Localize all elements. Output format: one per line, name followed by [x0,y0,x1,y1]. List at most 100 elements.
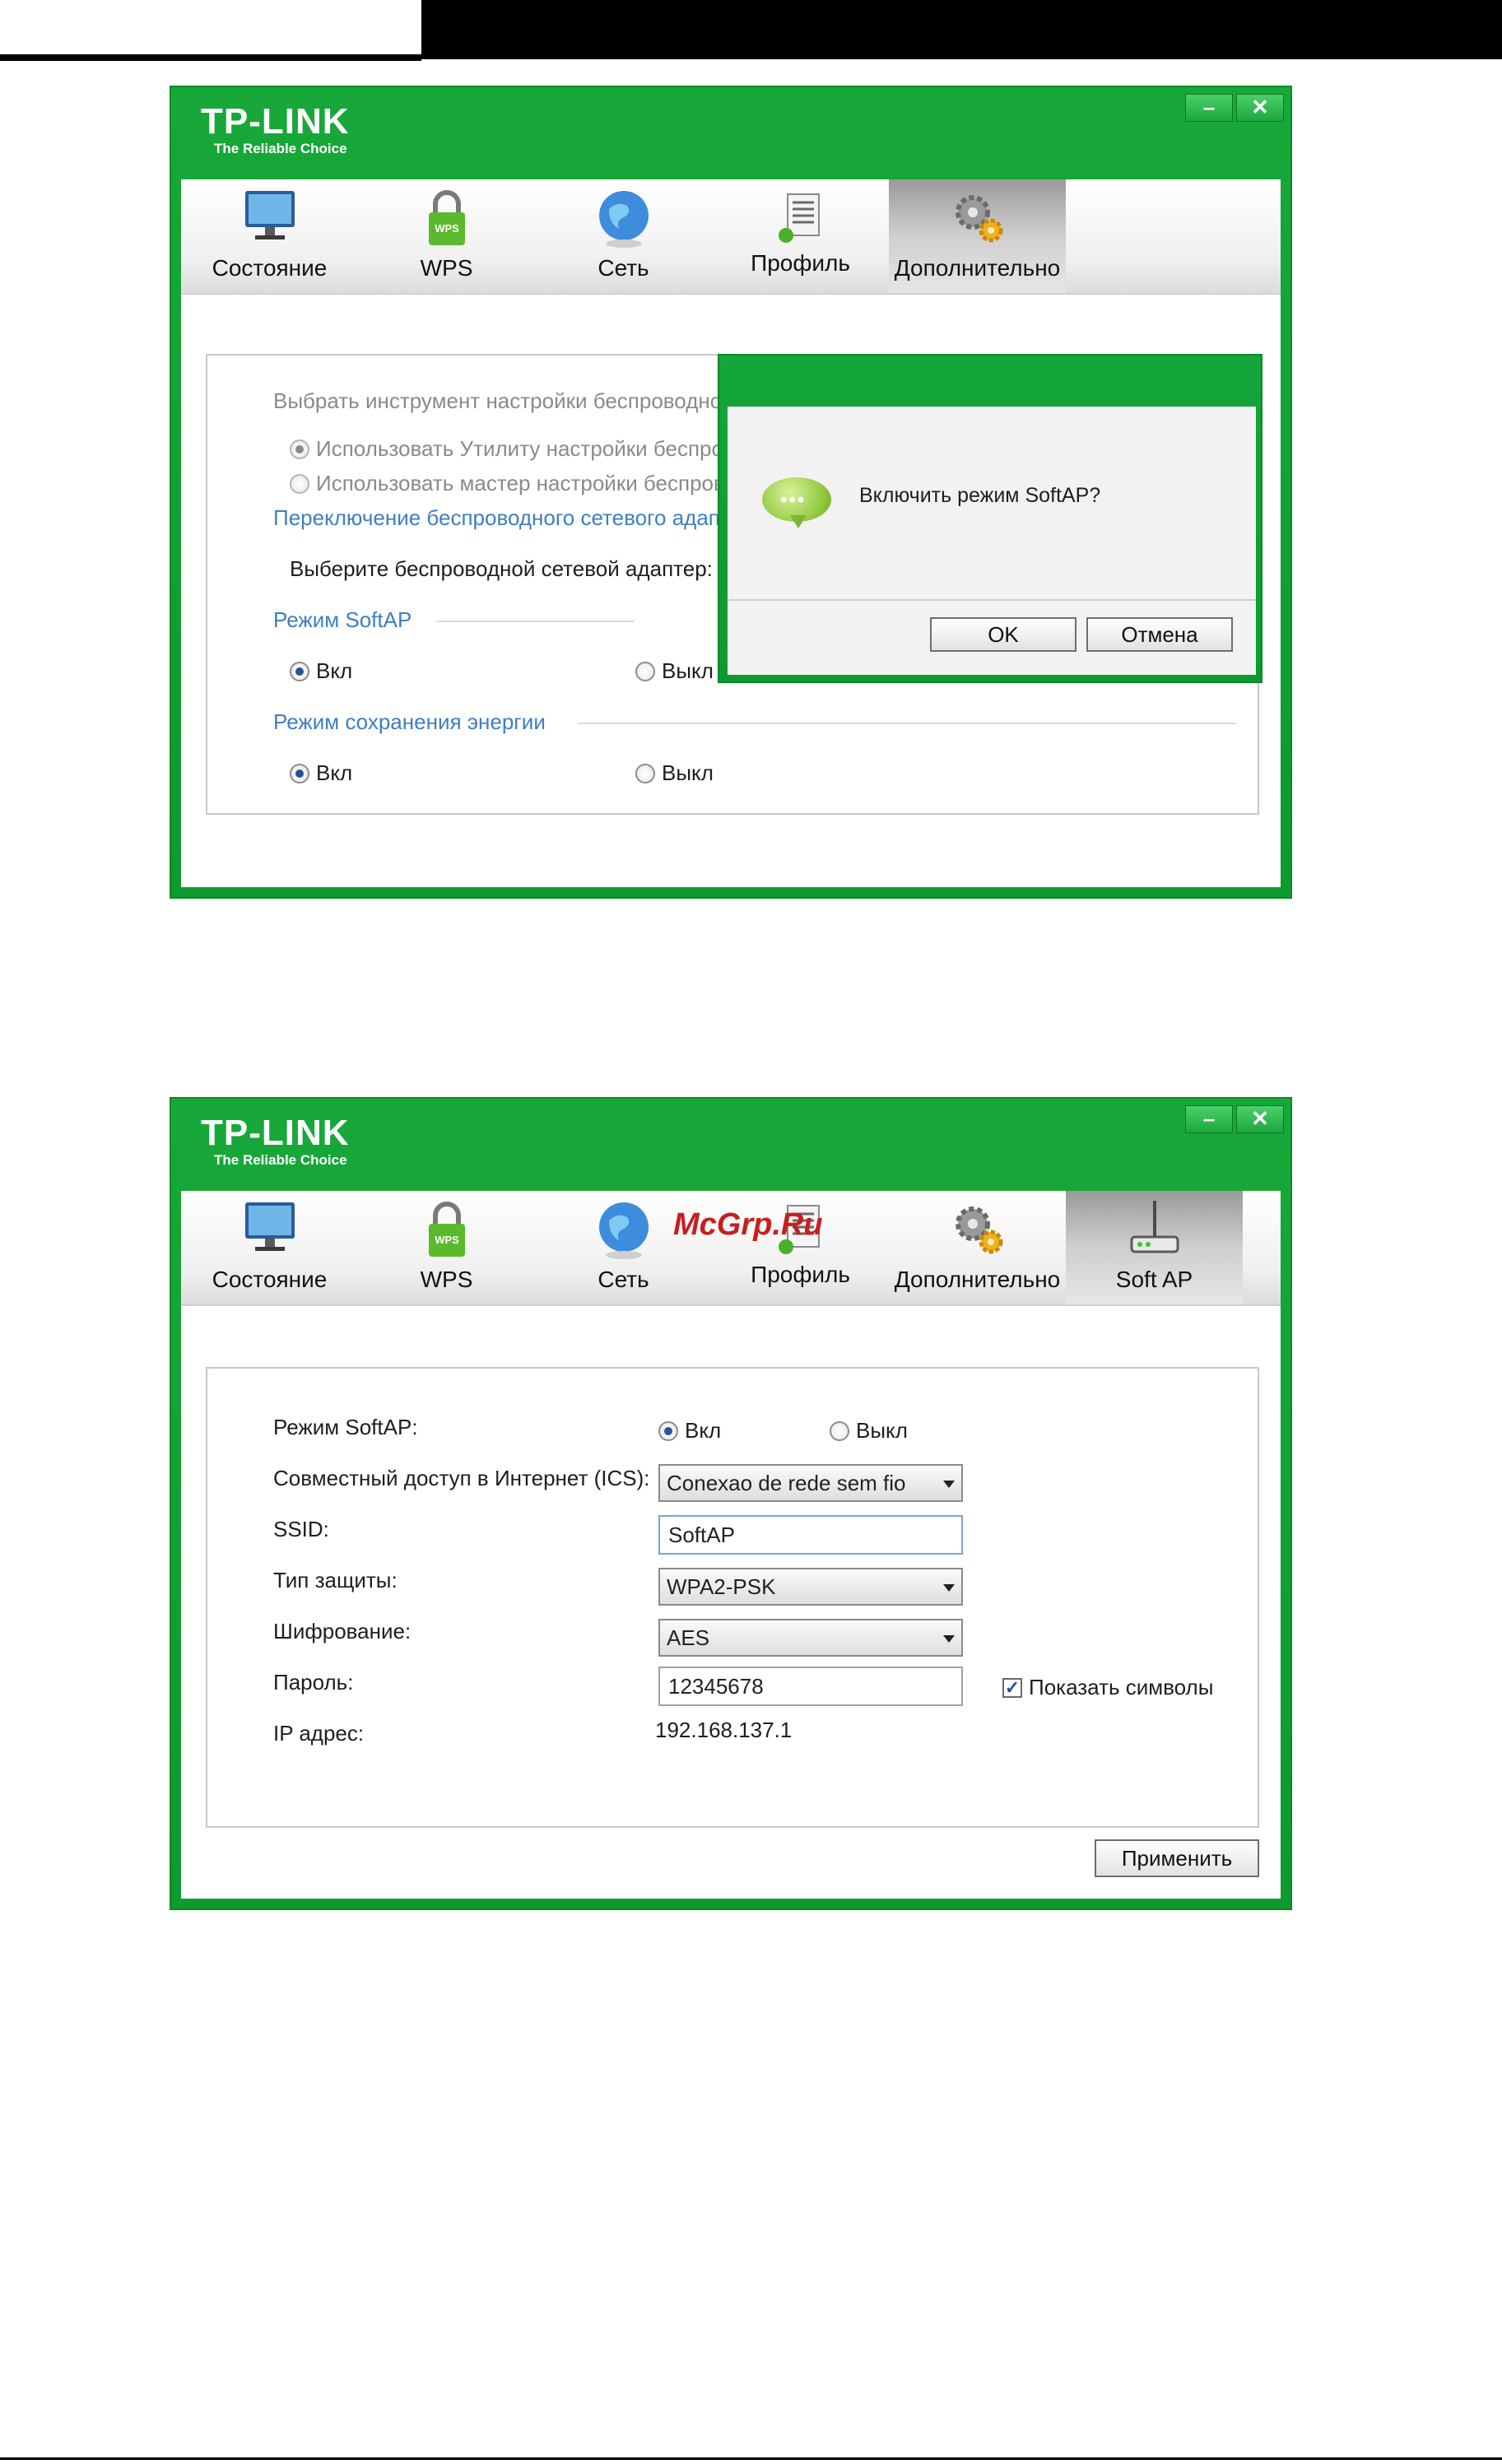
dialog-message: Включить режим SoftAP? [859,484,1101,507]
ssid-label: SSID: [273,1517,329,1541]
gears-icon [955,1206,1002,1254]
dialog-separator [728,599,1256,601]
main-tab-bar: Состояние WPS WPS Сеть Профиль Дополните… [181,179,1281,295]
page-header-notch [0,0,421,54]
power-on-label: Вкл [316,760,353,785]
ics-select-value: Conexao de rede sem fio [667,1471,906,1495]
wps-lock-icon: WPS [428,1202,465,1257]
show-characters-label: Показать символы [1029,1675,1214,1699]
tab-status-label: Состояние [212,255,328,281]
tab-wps-label: WPS [420,1267,473,1292]
monitor-icon [244,1202,295,1251]
svg-text:WPS: WPS [435,222,459,235]
encryption-label: Шифрование: [273,1619,412,1643]
cancel-button[interactable]: Отмена [1086,617,1233,652]
profile-doc-icon [778,193,820,243]
monitor-icon [244,191,295,239]
tab-advanced-label: Дополнительно [894,255,1061,281]
dialog-body: ••• Включить режим SoftAP? OK Отмена [728,407,1256,675]
option-use-wizard-label: Использовать мастер настройки беспрово [316,471,737,495]
tab-profile-label: Профиль [751,1262,850,1287]
tab-profile-label: Профиль [751,250,850,276]
ssid-input[interactable]: SoftAP [658,1515,963,1555]
tab-soft-ap-label: Soft AP [1115,1267,1193,1292]
softap-mode-label: Режим SoftAP: [273,1415,418,1439]
minimize-button[interactable]: – [1185,1105,1233,1133]
softap-confirm-dialog: ••• Включить режим SoftAP? OK Отмена [718,354,1263,683]
radio-power-off[interactable] [635,764,655,783]
window-controls: – ✕ [1185,1105,1284,1133]
encryption-value: AES [667,1625,710,1650]
tab-advanced[interactable]: Дополнительно [889,1191,1066,1304]
globe-icon [598,1202,649,1259]
radio-power-on[interactable] [290,764,309,783]
page-footer-rule [0,2457,1502,2460]
tab-advanced[interactable]: Дополнительно [889,179,1066,293]
power-off-label: Выкл [662,760,714,785]
radio-use-wizard [290,474,309,494]
show-characters-checkbox[interactable]: ✓ [1002,1678,1022,1698]
ok-button[interactable]: OK [930,617,1077,652]
tool-heading: Выбрать инструмент настройки беспроводно [273,388,723,413]
password-input[interactable]: 12345678 [658,1667,963,1706]
softap-mode-on-label: Вкл [685,1418,722,1443]
softap-settings-panel: Режим SoftAP: Вкл Выкл Совместный доступ… [206,1367,1259,1828]
apply-button[interactable]: Применить [1095,1839,1259,1877]
window-controls: – ✕ [1185,94,1284,122]
adapter-switch-heading: Переключение беспроводного сетевого адап [273,505,720,530]
chevron-down-icon [943,1584,955,1592]
tab-network-label: Сеть [598,1267,649,1292]
watermark-text: McGrp.Ru [673,1207,823,1242]
utility-window-advanced: TP-LINK The Reliable Choice – ✕ Состояни… [170,86,1292,899]
tab-wps[interactable]: WPS WPS [358,1191,535,1304]
chevron-down-icon [943,1635,955,1643]
gears-icon [955,195,1002,243]
security-type-label: Тип защиты: [273,1568,398,1592]
divider [436,621,634,622]
softap-off-label: Выкл [662,658,714,683]
wps-lock-icon: WPS [428,190,465,245]
tab-wps[interactable]: WPS WPS [358,179,535,293]
radio-use-utility [290,439,309,459]
window-content: Состояние WPS WPS Сеть Профиль Дополните… [181,1191,1281,1899]
tab-status[interactable]: Состояние [181,1191,358,1304]
globe-icon [598,191,649,248]
option-use-utility-label: Использовать Утилиту настройки беспров [316,436,735,461]
ip-address-label: IP адрес: [273,1721,365,1746]
tab-advanced-label: Дополнительно [894,1267,1061,1292]
radio-softap-off[interactable] [635,662,655,681]
tab-network-label: Сеть [598,255,649,281]
router-icon [1130,1201,1179,1253]
tp-link-logo: TP-LINK The Reliable Choice [201,1113,350,1168]
tp-link-logo: TP-LINK The Reliable Choice [201,101,350,156]
security-type-select[interactable]: WPA2-PSK [658,1568,963,1606]
svg-text:WPS: WPS [435,1234,459,1246]
divider [578,723,1236,724]
tab-status[interactable]: Состояние [181,179,358,293]
encryption-select[interactable]: AES [658,1619,963,1657]
radio-softap-on[interactable] [290,662,309,681]
radio-softap-mode-on[interactable] [658,1421,678,1441]
tab-wps-label: WPS [420,255,473,281]
ics-select[interactable]: Conexao de rede sem fio [658,1464,963,1502]
tab-network[interactable]: Сеть [535,179,712,293]
minimize-button[interactable]: – [1185,94,1233,122]
page-header-rule [0,58,421,61]
chat-bubble-icon: ••• [762,477,831,528]
tab-profile[interactable]: Профиль [712,179,889,293]
security-type-value: WPA2-PSK [667,1574,776,1599]
close-button[interactable]: ✕ [1236,94,1284,122]
softap-mode-off-label: Выкл [856,1418,908,1443]
tab-status-label: Состояние [212,1267,328,1292]
tab-soft-ap[interactable]: Soft AP [1066,1191,1243,1304]
password-label: Пароль: [273,1670,354,1695]
softap-heading: Режим SoftAP [273,607,412,632]
utility-window-softap: TP-LINK The Reliable Choice – ✕ Состояни… [170,1097,1292,1910]
chevron-down-icon [943,1481,955,1488]
select-adapter-label: Выберите беспроводной сетевой адаптер: [290,556,713,581]
radio-softap-mode-off[interactable] [830,1421,849,1441]
ip-address-value: 192.168.137.1 [655,1718,793,1742]
softap-on-label: Вкл [316,658,353,683]
ics-label: Совместный доступ в Интернет (ICS): [273,1466,650,1490]
close-button[interactable]: ✕ [1236,1105,1284,1133]
